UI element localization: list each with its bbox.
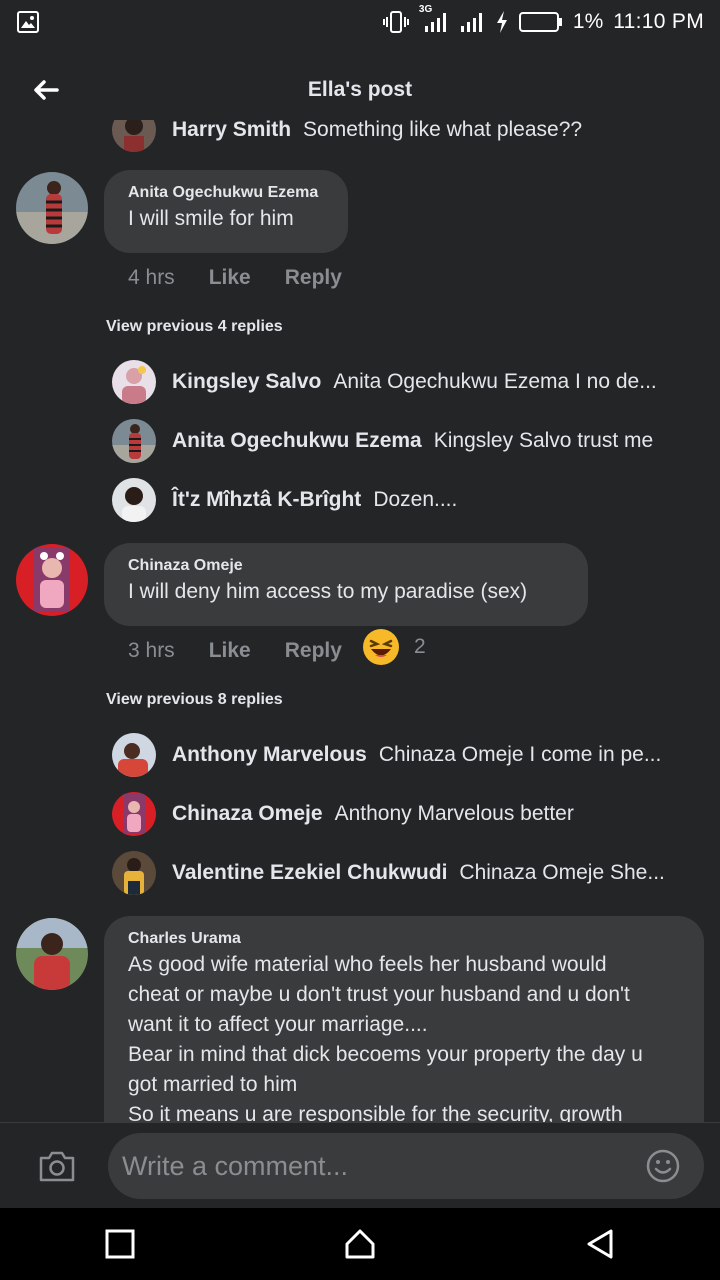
laughing-reaction-icon[interactable] — [362, 628, 400, 666]
avatar[interactable] — [112, 360, 156, 404]
reply-author[interactable]: Anthony Marvelous — [172, 743, 367, 767]
reply-text: Chinaza Omeje I come in pe... — [378, 743, 662, 766]
reply-row[interactable]: Anita Ogechukwu Ezema Kingsley Salvo tru… — [112, 419, 653, 463]
reply-author[interactable]: Harry Smith — [172, 120, 291, 142]
like-button[interactable]: Like — [209, 266, 251, 290]
reply-row[interactable]: Ît'z Mîhztâ K-Brîght Dozen.... — [112, 478, 457, 522]
reply-author[interactable]: Kingsley Salvo — [172, 370, 321, 394]
comment-bubble[interactable]: Chinaza Omeje I will deny him access to … — [104, 543, 588, 626]
reply-text: Chinaza Omeje She... — [459, 861, 665, 884]
reply-button[interactable]: Reply — [285, 639, 342, 663]
comment-bubble[interactable]: Charles Urama As good wife material who … — [104, 916, 704, 1122]
avatar[interactable] — [112, 419, 156, 463]
signal-3g-icon: 3G — [419, 4, 449, 34]
comment-line: Bear in mind that dick becoems your prop… — [128, 1043, 643, 1066]
comment-line: cheat or maybe u don't trust your husban… — [128, 983, 630, 1006]
emoji-icon[interactable] — [646, 1149, 680, 1183]
comments-feed[interactable]: Harry Smith Something like what please??… — [0, 120, 720, 1122]
avatar[interactable] — [112, 792, 156, 836]
avatar[interactable] — [112, 733, 156, 777]
comment-composer — [0, 1122, 720, 1208]
reply-text: Kingsley Salvo trust me — [433, 429, 654, 452]
reply-author[interactable]: Valentine Ezekiel Chukwudi — [172, 861, 447, 885]
app-header: Ella's post — [0, 60, 720, 120]
comment-input-container[interactable] — [108, 1133, 704, 1199]
comment-bubble[interactable]: Anita Ogechukwu Ezema I will smile for h… — [104, 170, 348, 253]
reply-author[interactable]: Chinaza Omeje — [172, 802, 323, 826]
comment-author[interactable]: Charles Urama — [128, 930, 680, 948]
reply-row[interactable]: Anthony Marvelous Chinaza Omeje I come i… — [112, 733, 661, 777]
battery-percent: 1% — [572, 10, 604, 33]
avatar[interactable] — [16, 544, 88, 616]
comment-input[interactable] — [122, 1150, 646, 1182]
comment-actions: 3 hrs Like Reply — [128, 639, 376, 663]
like-button[interactable]: Like — [209, 639, 251, 663]
back-arrow-icon — [34, 80, 59, 100]
back-triangle-icon — [587, 1229, 613, 1259]
avatar[interactable] — [16, 918, 88, 990]
reply-text: Dozen.... — [373, 488, 458, 511]
comment-line: got married to him — [128, 1073, 298, 1096]
system-nav-bar — [0, 1208, 720, 1280]
reply-row[interactable]: Kingsley Salvo Anita Ogechukwu Ezema I n… — [112, 360, 657, 404]
signal-icon — [460, 13, 482, 32]
reply-row[interactable]: Harry Smith Something like what please?? — [112, 120, 582, 152]
status-time: 11:10 PM — [613, 10, 704, 33]
home-icon — [345, 1229, 375, 1259]
reply-author[interactable]: Ît'z Mîhztâ K-Brîght — [172, 488, 361, 512]
avatar[interactable] — [112, 478, 156, 522]
view-previous-replies[interactable]: View previous 8 replies — [106, 691, 283, 709]
avatar[interactable] — [112, 120, 156, 152]
reply-text: Anita Ogechukwu Ezema I no de... — [333, 370, 657, 393]
back-button[interactable] — [26, 70, 66, 110]
comment-text: As good wife material who feels her husb… — [128, 950, 680, 1122]
avatar[interactable] — [112, 851, 156, 895]
reply-text: Something like what please?? — [303, 120, 583, 141]
reaction-count[interactable]: 2 — [414, 635, 426, 659]
recents-icon — [105, 1229, 135, 1259]
reply-text: Anthony Marvelous better — [334, 802, 574, 825]
status-bar: 3G 1% 11:10 PM — [0, 0, 720, 44]
comment-line: So it means u are responsible for the se… — [128, 1103, 623, 1122]
home-button[interactable] — [330, 1214, 390, 1274]
reply-row[interactable]: Valentine Ezekiel Chukwudi Chinaza Omeje… — [112, 851, 665, 895]
reply-author[interactable]: Anita Ogechukwu Ezema — [172, 429, 422, 453]
battery-icon — [518, 12, 562, 32]
comment-actions: 4 hrs Like Reply — [128, 266, 376, 290]
back-nav-button[interactable] — [570, 1214, 630, 1274]
view-previous-replies[interactable]: View previous 4 replies — [106, 318, 283, 336]
reply-button[interactable]: Reply — [285, 266, 342, 290]
comment-text: I will deny him access to my paradise (s… — [128, 580, 528, 603]
page-title: Ella's post — [307, 78, 413, 101]
recents-button[interactable] — [90, 1214, 150, 1274]
charging-icon — [496, 11, 507, 33]
comment-author[interactable]: Anita Ogechukwu Ezema — [128, 184, 324, 202]
gallery-notification-icon — [17, 11, 39, 33]
reply-row[interactable]: Chinaza Omeje Anthony Marvelous better — [112, 792, 574, 836]
comment-text: I will smile for him — [128, 207, 294, 230]
comment-time[interactable]: 4 hrs — [128, 266, 175, 290]
comment-line: As good wife material who feels her husb… — [128, 953, 607, 976]
comment-line: want it to affect your marriage.... — [128, 1013, 428, 1036]
avatar[interactable] — [16, 172, 88, 244]
vibrate-icon — [382, 11, 409, 33]
comment-author[interactable]: Chinaza Omeje — [128, 557, 564, 575]
comment-time[interactable]: 3 hrs — [128, 639, 175, 663]
camera-icon[interactable] — [38, 1149, 76, 1183]
